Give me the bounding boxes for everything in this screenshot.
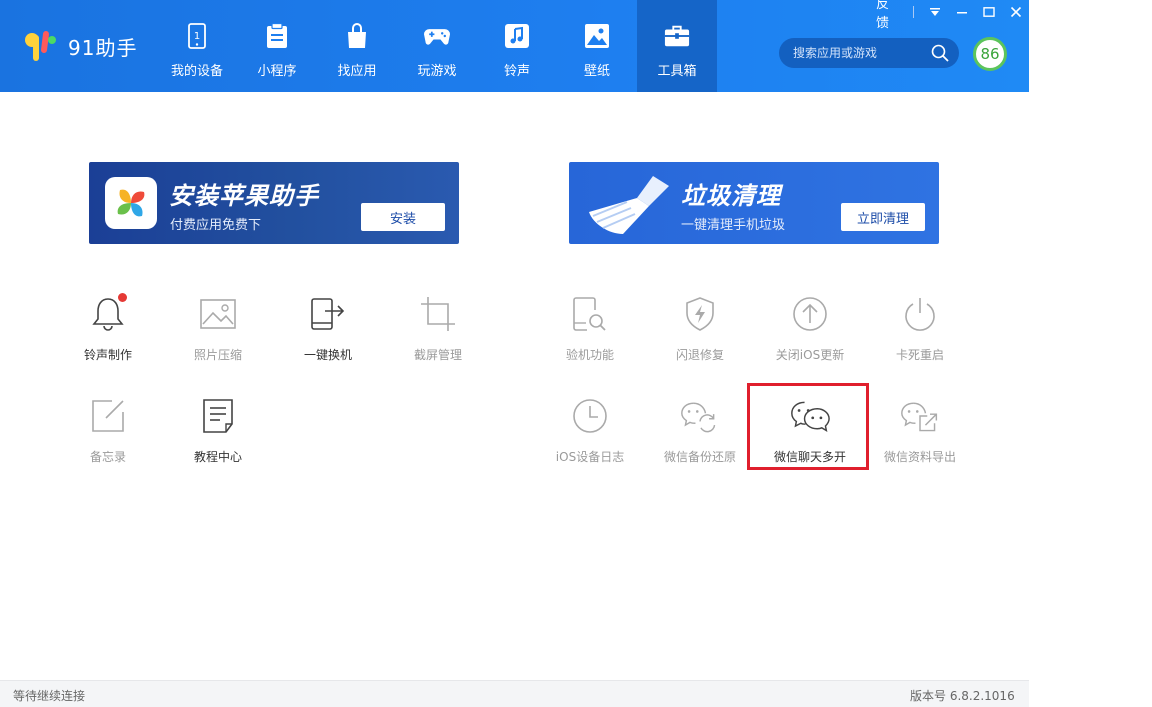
version-label: 版本号 6.8.2.1016 (910, 689, 1015, 703)
tab-games[interactable]: 玩游戏 (397, 0, 477, 92)
install-assistant-banner[interactable]: 安装苹果助手 付费应用免费下 安装 (89, 162, 459, 244)
shopping-bag-icon (344, 22, 370, 50)
banner-title: 安装苹果助手 (169, 182, 319, 210)
tab-toolbox[interactable]: 工具箱 (637, 0, 717, 92)
tab-label: 工具箱 (657, 64, 697, 79)
search-box[interactable] (779, 38, 959, 68)
tool-screenshot-manager[interactable]: 截屏管理 (390, 286, 486, 366)
tab-label: 我的设备 (170, 64, 223, 79)
feedback-link[interactable]: 反馈 (876, 0, 901, 31)
tool-tutorial-center[interactable]: 教程中心 (170, 388, 266, 468)
banner-subtitle: 付费应用免费下 (170, 218, 262, 233)
tool-force-restart[interactable]: 卡死重启 (872, 286, 968, 366)
tool-label: 卡死重启 (895, 348, 944, 362)
tab-label: 铃声 (503, 64, 530, 79)
clean-now-button[interactable]: 立即清理 (841, 203, 925, 231)
tab-label: 找应用 (337, 64, 377, 79)
image-icon (584, 22, 610, 50)
tab-my-device[interactable]: 1 我的设备 (157, 0, 237, 92)
svg-text:1: 1 (194, 31, 200, 42)
desktop-background (1029, 0, 1152, 707)
tab-label: 玩游戏 (417, 64, 457, 79)
tool-label: 关闭iOS更新 (775, 348, 845, 362)
main-nav: 1 我的设备 小程序 找应用 玩游戏 铃声 壁纸 工具箱 (157, 0, 717, 92)
tool-label: 照片压缩 (193, 348, 242, 362)
connection-status: 等待继续连接 (13, 689, 86, 703)
tool-label: 教程中心 (193, 450, 242, 464)
install-button[interactable]: 安装 (361, 203, 445, 231)
tab-mini-programs[interactable]: 小程序 (237, 0, 317, 92)
clipboard-icon (264, 22, 290, 50)
banner-title: 垃圾清理 (681, 182, 781, 210)
document-icon (198, 396, 238, 436)
music-note-icon (504, 22, 530, 50)
health-score-badge[interactable]: 86 (973, 37, 1007, 71)
tool-ios-device-log[interactable]: iOS设备日志 (542, 388, 638, 468)
selection-highlight-box (747, 383, 869, 470)
window-controls: 反馈 (866, 0, 1029, 31)
notification-dot (118, 293, 127, 302)
edit-note-icon (88, 396, 128, 436)
phone-search-icon (570, 294, 610, 334)
photo-icon (198, 294, 238, 334)
crop-icon (418, 294, 458, 334)
banner-subtitle: 一键清理手机垃圾 (681, 218, 786, 233)
clock-icon (570, 396, 610, 436)
tab-ringtones[interactable]: 铃声 (477, 0, 557, 92)
tool-label: 一键换机 (303, 348, 352, 362)
tool-crash-fix[interactable]: 闪退修复 (652, 286, 748, 366)
wechat-export-icon (900, 396, 940, 436)
header: 91助手 1 我的设备 小程序 找应用 玩游戏 铃声 壁纸 工具箱 搜索应用或游… (0, 0, 1029, 92)
tool-label: 铃声制作 (83, 348, 132, 362)
tool-label: iOS设备日志 (555, 450, 625, 464)
broom-icon (589, 176, 669, 234)
tool-phone-switch[interactable]: 一键换机 (280, 286, 376, 366)
tab-wallpapers[interactable]: 壁纸 (557, 0, 637, 92)
phone-transfer-icon (308, 294, 348, 334)
tab-find-apps[interactable]: 找应用 (317, 0, 397, 92)
app-logo: 91助手 (22, 30, 137, 62)
tab-label: 小程序 (257, 64, 297, 79)
tool-disable-ios-update[interactable]: 关闭iOS更新 (762, 286, 858, 366)
maximize-icon[interactable] (975, 0, 1002, 24)
tool-wechat-backup-restore[interactable]: 微信备份还原 (652, 388, 748, 468)
tool-label: 截屏管理 (413, 348, 462, 362)
search-input[interactable] (793, 46, 923, 60)
tool-label: 验机功能 (565, 348, 614, 362)
tool-device-verify[interactable]: 验机功能 (542, 286, 638, 366)
search-icon[interactable] (931, 44, 949, 66)
tool-label: 微信备份还原 (663, 450, 736, 464)
gamepad-icon (424, 22, 450, 50)
shield-bolt-icon (680, 294, 720, 334)
status-bar: 等待继续连接 版本号 6.8.2.1016 (0, 680, 1029, 707)
tab-label: 壁纸 (583, 64, 610, 79)
close-icon[interactable] (1002, 0, 1029, 24)
power-icon (900, 294, 940, 334)
tool-memo[interactable]: 备忘录 (60, 388, 156, 468)
wechat-sync-icon (680, 396, 720, 436)
tool-photo-compress[interactable]: 照片压缩 (170, 286, 266, 366)
tool-label: 闪退修复 (675, 348, 724, 362)
tool-label: 备忘录 (89, 450, 126, 464)
app-window: 91助手 1 我的设备 小程序 找应用 玩游戏 铃声 壁纸 工具箱 搜索应用或游… (0, 0, 1029, 707)
app-name: 91助手 (68, 35, 138, 60)
junk-clean-banner[interactable]: 垃圾清理 一键清理手机垃圾 立即清理 (569, 162, 939, 244)
tool-label: 微信资料导出 (883, 450, 956, 464)
logo-icon (25, 31, 56, 61)
menu-dropdown-icon[interactable] (922, 0, 949, 24)
tool-wechat-data-export[interactable]: 微信资料导出 (872, 388, 968, 468)
divider (912, 6, 914, 18)
apple-assistant-icon (105, 177, 157, 229)
toolbox-icon (664, 22, 690, 50)
phone-icon: 1 (184, 22, 210, 50)
upload-arrow-icon (790, 294, 830, 334)
tool-ringtone-maker[interactable]: 铃声制作 (60, 286, 156, 366)
minimize-icon[interactable] (949, 0, 976, 24)
